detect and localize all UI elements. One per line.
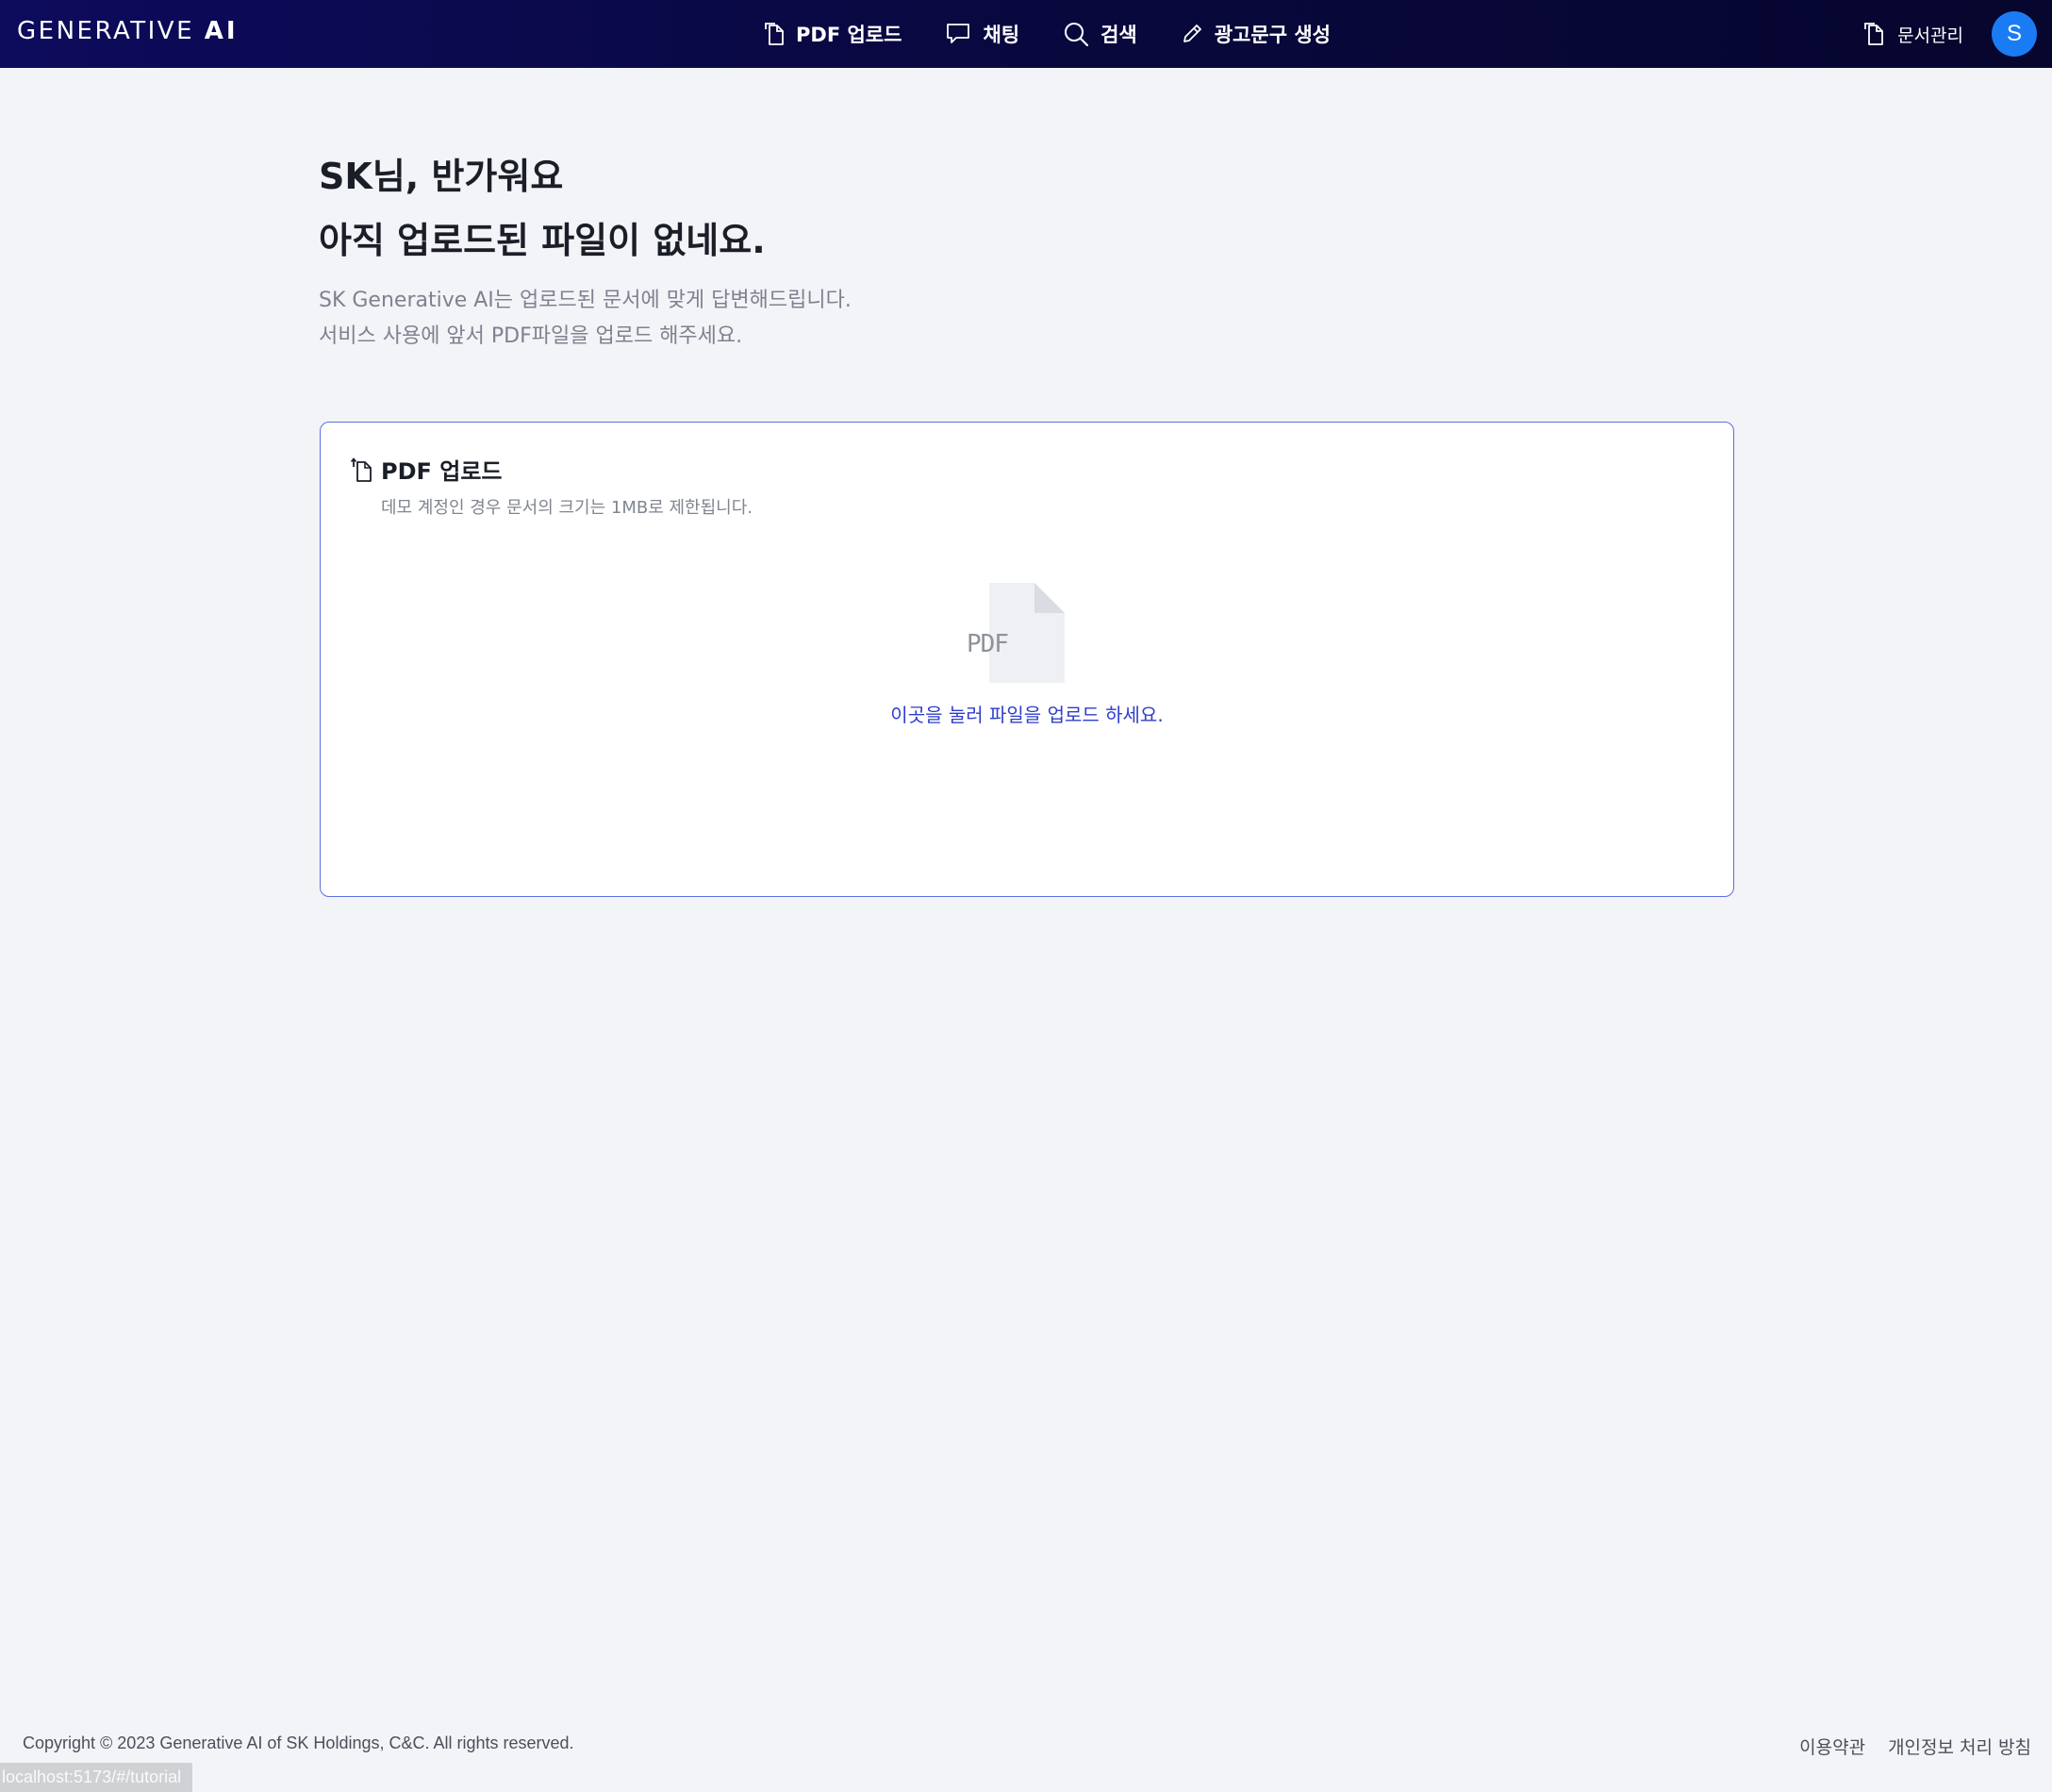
card-title: PDF 업로드 <box>351 453 503 486</box>
intro-description: SK Generative AI는 업로드된 문서에 맞게 답변해드립니다. 서… <box>319 283 852 355</box>
pdf-label: PDF <box>967 630 1009 658</box>
app-logo[interactable]: GENERATIVE AI <box>17 17 239 45</box>
nav-label: 채팅 <box>983 24 1020 46</box>
main-nav: PDF 업로드 채팅 검색 광고문구 생성 <box>764 0 1374 68</box>
terms-link[interactable]: 이용약관 <box>1799 1734 1865 1759</box>
document-icon <box>765 23 784 45</box>
search-icon <box>1065 23 1089 47</box>
greeting-heading: SK님, 반가워요 <box>319 156 564 197</box>
footer-links: 이용약관 개인정보 처리 방침 <box>1777 1734 2031 1759</box>
logo-ai-text: AI <box>204 17 239 45</box>
nav-label: 광고문구 생성 <box>1214 24 1331 46</box>
doc-manage-link[interactable]: 문서관리 <box>1863 22 1963 47</box>
nav-label: 검색 <box>1100 24 1137 46</box>
logo-text: GENERATIVE <box>17 17 205 45</box>
nav-item-chat[interactable]: 채팅 <box>945 20 1019 48</box>
nav-item-ad-copy[interactable]: 광고문구 생성 <box>1181 20 1331 48</box>
nav-item-pdf-upload[interactable]: PDF 업로드 <box>764 20 902 48</box>
document-icon <box>1864 23 1883 45</box>
nav-item-search[interactable]: 검색 <box>1063 20 1137 48</box>
top-navbar: GENERATIVE AI PDF 업로드 채팅 검색 광고문구 생성 문서관리… <box>0 0 2052 68</box>
description-line: 서비스 사용에 앞서 PDF파일을 업로드 해주세요. <box>319 324 743 348</box>
pdf-file-icon: PDF <box>967 583 1065 683</box>
size-limit-note: 데모 계정인 경우 문서의 크기는 1MB로 제한됩니다. <box>381 498 753 518</box>
nav-label: PDF 업로드 <box>796 24 902 46</box>
copyright-text: Copyright © 2023 Generative AI of SK Hol… <box>23 1734 574 1752</box>
pdf-upload-card: PDF 업로드 데모 계정인 경우 문서의 크기는 1MB로 제한됩니다. PD… <box>320 422 1734 897</box>
browser-status-url: localhost:5173/#/tutorial <box>0 1763 193 1792</box>
doc-manage-label: 문서관리 <box>1897 25 1963 46</box>
header-right: 문서관리 S <box>1863 0 2037 68</box>
pencil-icon <box>1183 25 1201 42</box>
upload-prompt-link[interactable]: 이곳을 눌러 파일을 업로드 하세요. <box>890 700 1163 727</box>
description-line: SK Generative AI는 업로드된 문서에 맞게 답변해드립니다. <box>319 289 852 312</box>
card-title-label: PDF 업로드 <box>381 458 503 485</box>
no-files-heading: 아직 업로드된 파일이 없네요. <box>319 220 766 261</box>
avatar[interactable]: S <box>1992 11 2037 57</box>
privacy-policy-link[interactable]: 개인정보 처리 방침 <box>1888 1734 2031 1759</box>
file-drop-zone[interactable]: PDF 이곳을 눌러 파일을 업로드 하세요. <box>321 583 1733 743</box>
chat-bubble-icon <box>947 24 970 43</box>
upload-document-icon <box>351 456 372 482</box>
